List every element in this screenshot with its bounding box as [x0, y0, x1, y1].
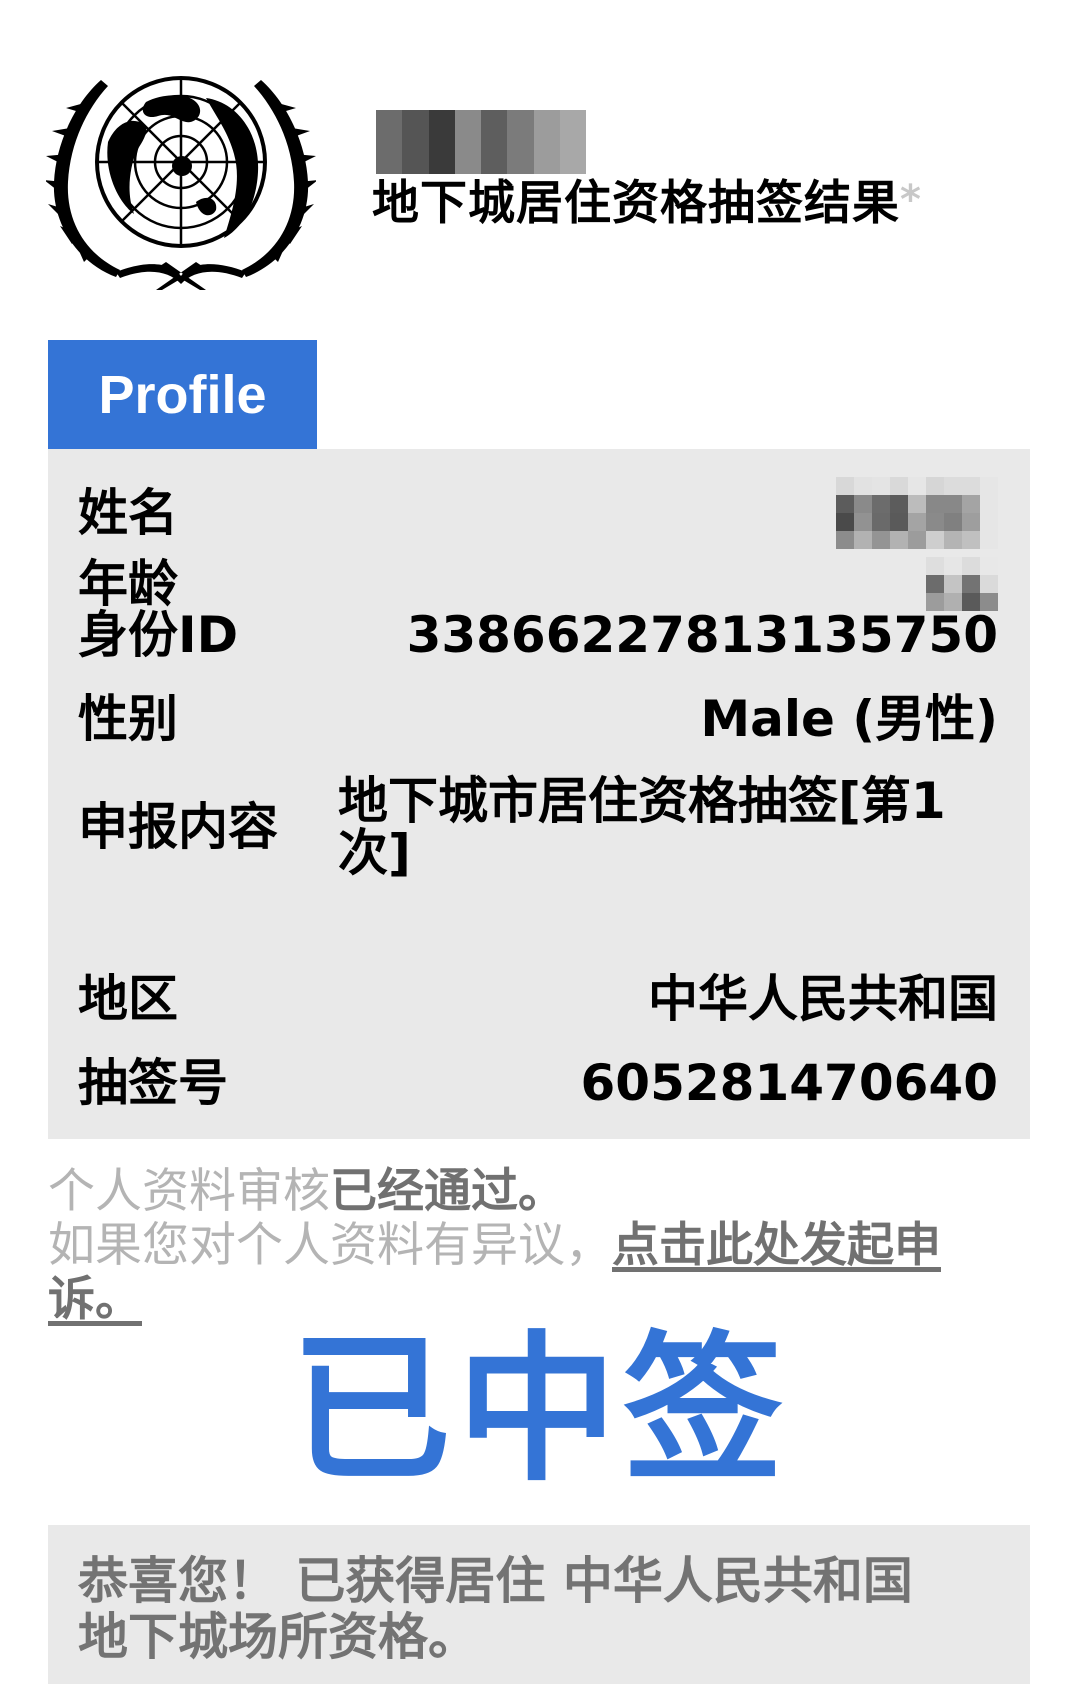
- field-row-lottery-number: 抽签号 605281470640: [78, 1057, 998, 1110]
- page-title: 地下城居住资格抽签结果*: [372, 180, 1052, 227]
- gender-value: Male (男性): [700, 690, 998, 748]
- application-value: 地下城市居住资格抽签[第1次]: [338, 771, 946, 882]
- field-row-age: 年龄: [78, 557, 998, 611]
- redacted-age-value: [926, 557, 998, 611]
- field-label: 抽签号: [78, 1054, 228, 1112]
- field-row-gender: 性别 Male (男性): [78, 693, 998, 746]
- congrats-panel: 恭喜您！ 已获得居住 中华人民共和国 地下城场所资格。: [48, 1525, 1030, 1684]
- field-label: 性别: [78, 690, 178, 748]
- notice-text: 个人资料审核: [48, 1164, 330, 1219]
- profile-card: 姓名 年龄 身份ID 33866227813135750 性别 Male (男性…: [48, 449, 1030, 1139]
- title-marker: *: [900, 177, 922, 223]
- field-row-id: 身份ID 33866227813135750: [78, 609, 998, 662]
- id-value: 33866227813135750: [406, 606, 998, 664]
- un-emblem-icon: [44, 72, 318, 290]
- field-label: 年龄: [78, 554, 178, 613]
- notice-text: 如果您对个人资料有异议，: [48, 1218, 612, 1273]
- field-row-application: 申报内容 地下城市居住资格抽签[第1次]: [78, 769, 998, 885]
- tab-profile-label: Profile: [98, 364, 267, 425]
- field-label: 姓名: [78, 483, 178, 542]
- field-row-region: 地区 中华人民共和国: [78, 973, 998, 1026]
- lottery-number-value: 605281470640: [580, 1054, 998, 1112]
- header: 地下城居住资格抽签结果*: [372, 110, 1052, 227]
- field-label: 地区: [78, 970, 178, 1028]
- redacted-title-prefix: [376, 110, 586, 174]
- tab-profile[interactable]: Profile: [48, 340, 317, 449]
- notice-status: 已经通过。: [330, 1164, 565, 1219]
- review-notice: 个人资料审核已经通过。 如果您对个人资料有异议，点击此处发起申诉。: [48, 1165, 1008, 1327]
- field-row-name: 姓名: [78, 477, 998, 549]
- title-text: 地下城居住资格抽签结果: [372, 176, 900, 231]
- region-value: 中华人民共和国: [648, 970, 998, 1028]
- congrats-text: 恭喜您！ 已获得居住 中华人民共和国 地下城场所资格。: [78, 1552, 913, 1666]
- field-label: 身份ID: [78, 606, 239, 664]
- field-label: 申报内容: [78, 797, 278, 856]
- redacted-name-value: [836, 477, 998, 549]
- result-status: 已中签: [290, 1316, 789, 1503]
